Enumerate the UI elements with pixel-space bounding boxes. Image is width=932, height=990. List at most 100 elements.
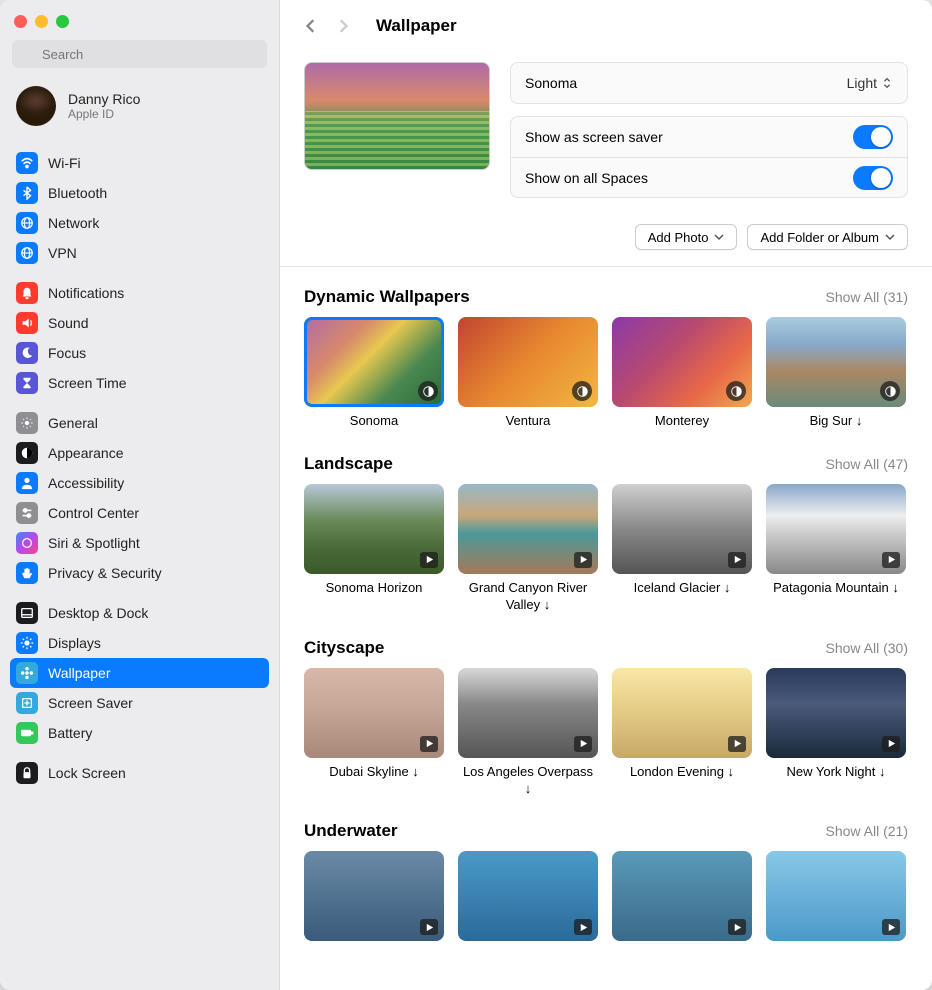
thumbnail-row[interactable]: Dubai Skyline ↓ Los Angeles Overpass ↓Lon…	[304, 668, 908, 798]
thumbnail-row[interactable]: Sonoma Horizon Grand Canyon River Valley …	[304, 484, 908, 614]
sidebar-item-control-center[interactable]: Control Center	[10, 498, 269, 528]
sidebar-item-bluetooth[interactable]: Bluetooth	[10, 178, 269, 208]
setting-label: Show as screen saver	[525, 129, 663, 145]
thumbnail-label: Ventura	[458, 413, 598, 430]
sidebar-item-wi-fi[interactable]: Wi-Fi	[10, 148, 269, 178]
sidebar-item-lock-screen[interactable]: Lock Screen	[10, 758, 269, 788]
sidebar-item-accessibility[interactable]: Accessibility	[10, 468, 269, 498]
add-folder-button[interactable]: Add Folder or Album	[747, 224, 908, 250]
thumbnail-image	[304, 484, 444, 574]
sidebar-item-label: Sound	[48, 315, 88, 331]
sidebar-item-siri-spotlight[interactable]: Siri & Spotlight	[10, 528, 269, 558]
thumbnail-label: Dubai Skyline ↓	[304, 764, 444, 781]
add-photo-button[interactable]: Add Photo	[635, 224, 738, 250]
wallpaper-thumbnail[interactable]: Grand Canyon River Valley ↓	[458, 484, 598, 614]
main-pane: Wallpaper Sonoma Light Show a	[280, 0, 932, 990]
bell-icon	[16, 282, 38, 304]
sidebar-item-wallpaper[interactable]: Wallpaper	[10, 658, 269, 688]
show-all-link[interactable]: Show All (30)	[826, 640, 908, 656]
wallpaper-thumbnail[interactable]	[304, 851, 444, 941]
battery-icon	[16, 722, 38, 744]
wallpaper-thumbnail[interactable]: Big Sur ↓	[766, 317, 906, 430]
wallpaper-thumbnail[interactable]: Dubai Skyline ↓	[304, 668, 444, 798]
toggle-switch[interactable]	[853, 125, 893, 149]
appearance-popup[interactable]: Light	[847, 75, 893, 91]
flower-icon	[16, 662, 38, 684]
play-icon	[420, 552, 438, 568]
account-sub: Apple ID	[68, 107, 140, 121]
wifi-icon	[16, 152, 38, 174]
thumbnail-label: Iceland Glacier ↓	[612, 580, 752, 597]
wallpaper-thumbnail[interactable]: Monterey	[612, 317, 752, 430]
wallpaper-thumbnail[interactable]: Patagonia Mountain ↓	[766, 484, 906, 614]
appearance-icon	[16, 442, 38, 464]
close-button[interactable]	[14, 15, 27, 28]
bluetooth-icon	[16, 182, 38, 204]
speaker-icon	[16, 312, 38, 334]
sidebar-item-label: VPN	[48, 245, 77, 261]
sidebar-item-label: Screen Saver	[48, 695, 133, 711]
wallpaper-thumbnail[interactable]: Sonoma	[304, 317, 444, 430]
forward-button[interactable]	[332, 15, 354, 37]
show-all-link[interactable]: Show All (47)	[826, 456, 908, 472]
section-title: Dynamic Wallpapers	[304, 287, 470, 307]
dynamic-icon	[880, 381, 900, 401]
wallpaper-thumbnail[interactable]	[458, 851, 598, 941]
toggle-switch[interactable]	[853, 166, 893, 190]
wallpaper-thumbnail[interactable]	[766, 851, 906, 941]
sidebar-item-desktop-dock[interactable]: Desktop & Dock	[10, 598, 269, 628]
sidebar-item-label: Lock Screen	[48, 765, 126, 781]
sidebar-item-label: Screen Time	[48, 375, 127, 391]
wallpaper-thumbnail[interactable]	[612, 851, 752, 941]
sidebar-item-displays[interactable]: Displays	[10, 628, 269, 658]
sidebar-item-screen-time[interactable]: Screen Time	[10, 368, 269, 398]
section-landscape: Landscape Show All (47) Sonoma Horizon Gran…	[304, 454, 908, 614]
sidebar-item-screen-saver[interactable]: Screen Saver	[10, 688, 269, 718]
sidebar-item-appearance[interactable]: Appearance	[10, 438, 269, 468]
moon-icon	[16, 342, 38, 364]
sidebar-item-general[interactable]: General	[10, 408, 269, 438]
wallpaper-thumbnail[interactable]: Los Angeles Overpass ↓	[458, 668, 598, 798]
sidebar-item-privacy-security[interactable]: Privacy & Security	[10, 558, 269, 588]
sidebar-item-battery[interactable]: Battery	[10, 718, 269, 748]
thumbnail-image	[612, 484, 752, 574]
wallpaper-thumbnail[interactable]: Sonoma Horizon	[304, 484, 444, 614]
sidebar-item-label: Accessibility	[48, 475, 124, 491]
sidebar-item-label: Notifications	[48, 285, 124, 301]
sidebar-item-vpn[interactable]: VPN	[10, 238, 269, 268]
section-title: Cityscape	[304, 638, 384, 658]
thumbnail-image	[612, 317, 752, 407]
back-button[interactable]	[300, 15, 322, 37]
sidebar-list[interactable]: Wi-FiBluetoothNetwork VPN Notifications Sou…	[0, 138, 279, 990]
thumbnail-image	[612, 851, 752, 941]
sidebar-item-notifications[interactable]: Notifications	[10, 278, 269, 308]
wallpaper-thumbnail[interactable]: London Evening ↓	[612, 668, 752, 798]
content-scroll[interactable]: Sonoma Light Show as screen saverShow on…	[280, 52, 932, 990]
chevron-updown-icon	[881, 77, 893, 89]
sidebar-item-network[interactable]: Network	[10, 208, 269, 238]
wallpaper-thumbnail[interactable]: Iceland Glacier ↓	[612, 484, 752, 614]
wallpaper-name-row[interactable]: Sonoma Light	[511, 63, 907, 103]
zoom-button[interactable]	[56, 15, 69, 28]
search-input[interactable]	[12, 40, 267, 68]
show-all-link[interactable]: Show All (21)	[826, 823, 908, 839]
thumbnail-label: Monterey	[612, 413, 752, 430]
dock-icon	[16, 602, 38, 624]
thumbnail-label: Sonoma	[304, 413, 444, 430]
wallpaper-thumbnail[interactable]: Ventura	[458, 317, 598, 430]
sidebar-item-focus[interactable]: Focus	[10, 338, 269, 368]
thumbnail-row[interactable]	[304, 851, 908, 941]
wallpaper-thumbnail[interactable]: New York Night ↓	[766, 668, 906, 798]
show-all-link[interactable]: Show All (31)	[826, 289, 908, 305]
minimize-button[interactable]	[35, 15, 48, 28]
thumbnail-image	[458, 851, 598, 941]
account-row[interactable]: Danny Rico Apple ID	[0, 78, 279, 138]
thumbnail-label: Grand Canyon River Valley ↓	[458, 580, 598, 614]
thumbnail-label: Big Sur ↓	[766, 413, 906, 430]
sliders-icon	[16, 502, 38, 524]
section-title: Landscape	[304, 454, 393, 474]
dynamic-icon	[726, 381, 746, 401]
current-wallpaper-name: Sonoma	[525, 75, 577, 91]
thumbnail-row[interactable]: Sonoma Ventura Monterey Big Sur ↓	[304, 317, 908, 430]
sidebar-item-sound[interactable]: Sound	[10, 308, 269, 338]
